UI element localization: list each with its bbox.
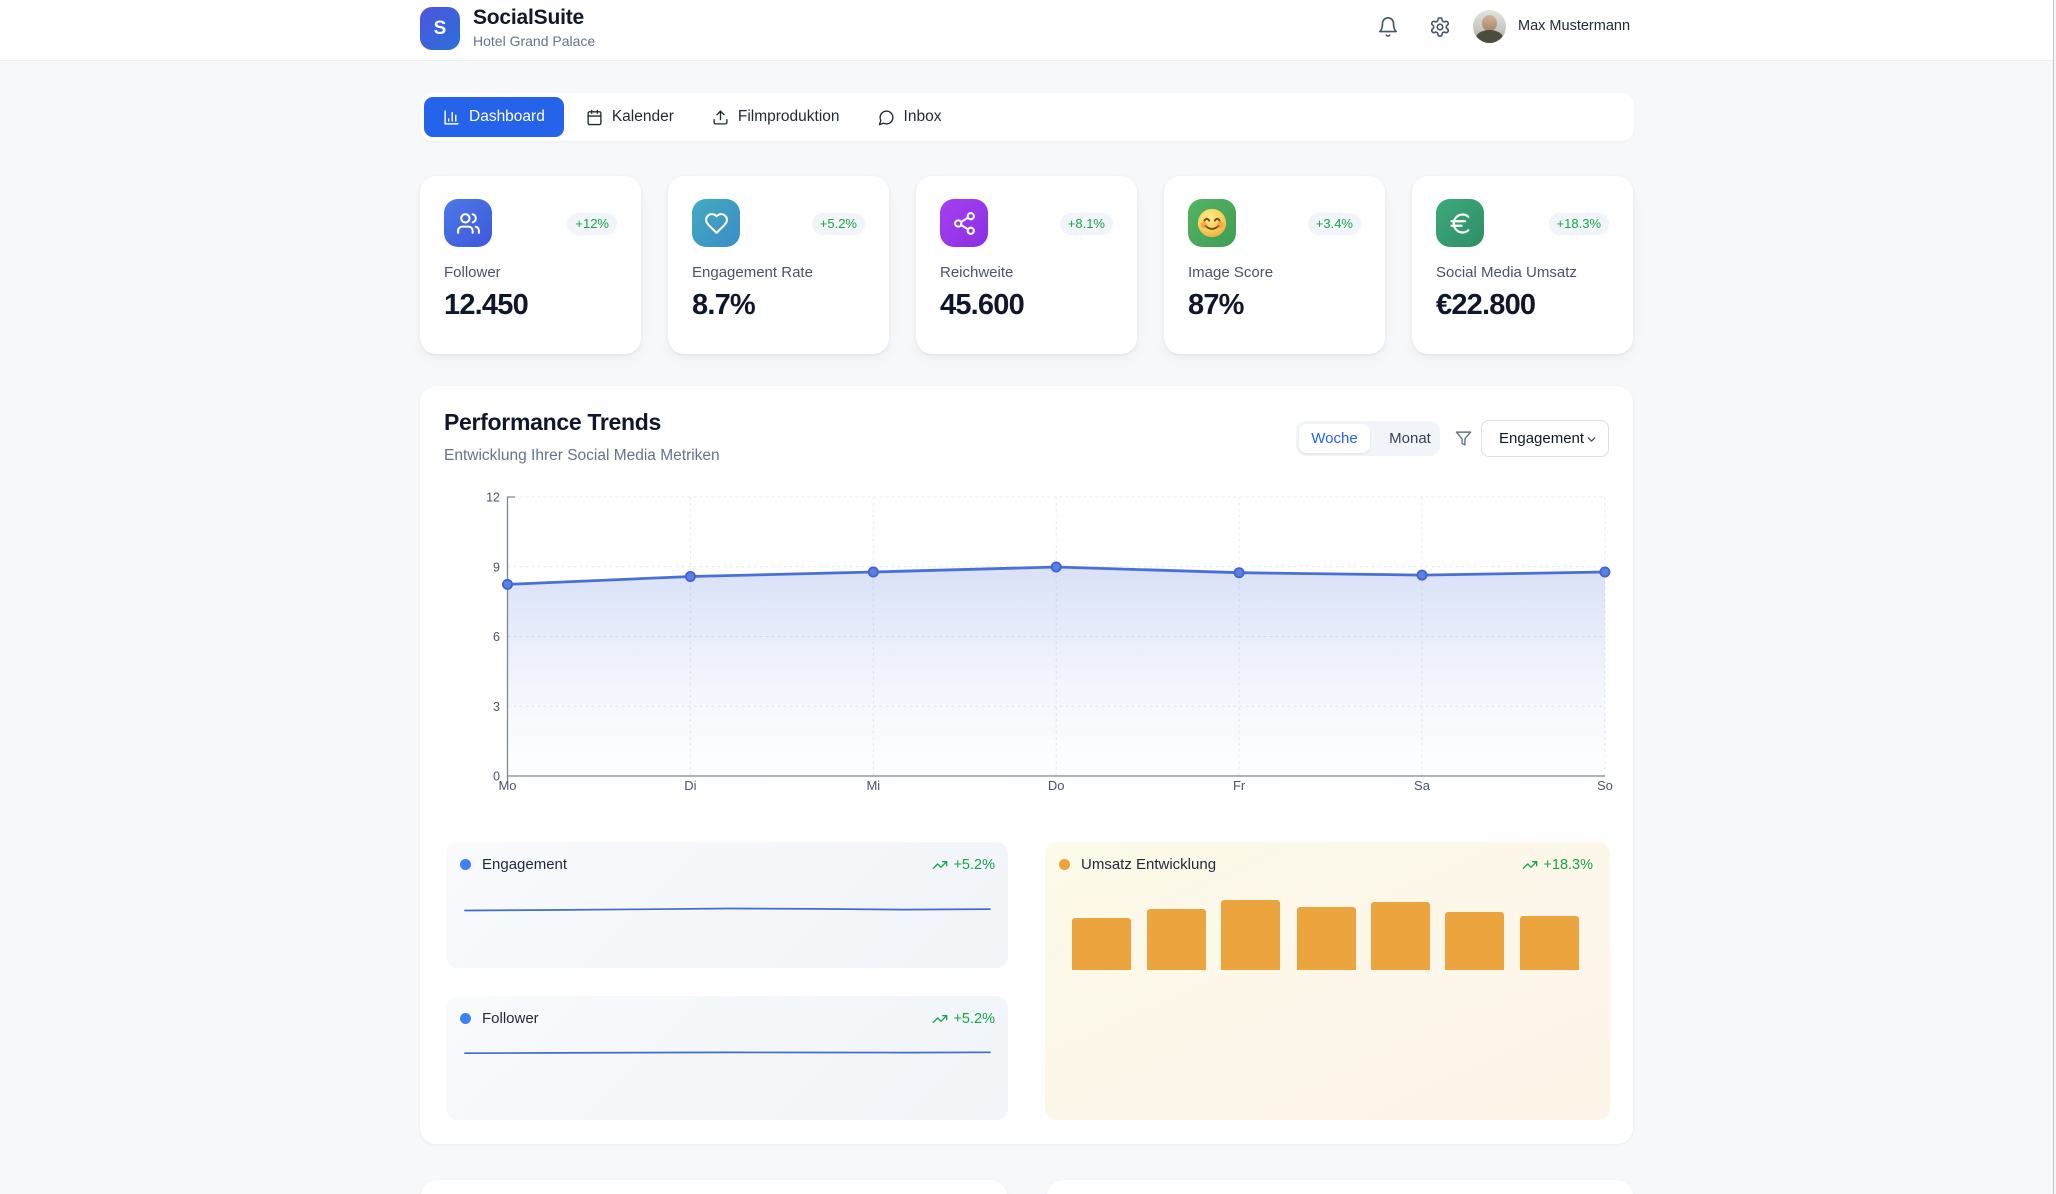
svg-text:3: 3: [493, 700, 500, 714]
svg-text:Mo: Mo: [498, 778, 516, 793]
svg-text:6: 6: [493, 630, 500, 644]
svg-text:Mi: Mi: [866, 778, 880, 793]
svg-text:So: So: [1597, 778, 1613, 793]
svg-text:12: 12: [486, 491, 500, 505]
svg-text:Sa: Sa: [1414, 778, 1431, 793]
svg-text:Do: Do: [1048, 778, 1065, 793]
svg-text:Fr: Fr: [1233, 778, 1246, 793]
svg-text:Di: Di: [684, 778, 696, 793]
svg-text:9: 9: [493, 560, 500, 574]
